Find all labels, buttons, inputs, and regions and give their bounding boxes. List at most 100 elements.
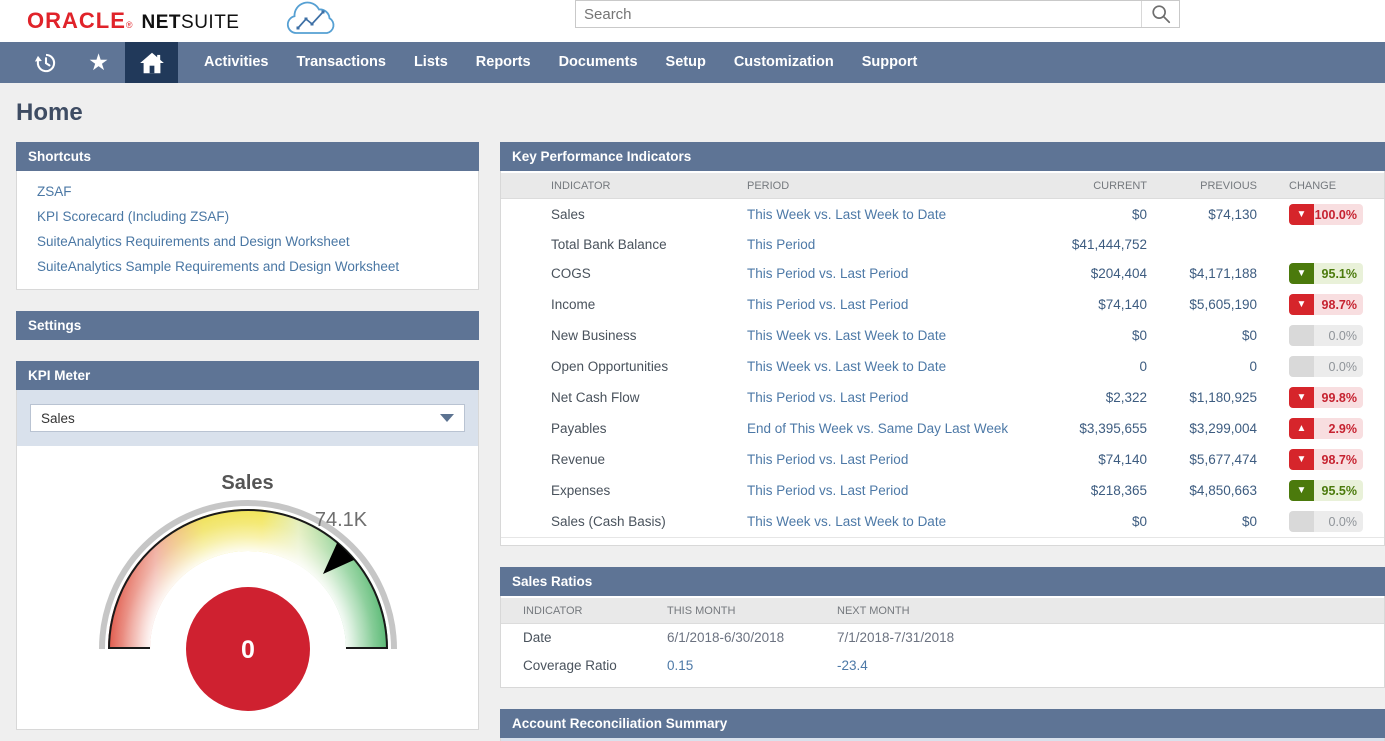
kpi-meter-select[interactable]: Sales xyxy=(30,404,465,432)
main-navigation: ★ ActivitiesTransactionsListsReportsDocu… xyxy=(0,42,1385,83)
down-arrow-icon: ▼ xyxy=(1289,263,1314,284)
kpi-previous-value[interactable]: $0 xyxy=(1147,506,1257,538)
kpi-current-value[interactable]: $218,365 xyxy=(1057,475,1147,506)
nav-item-support[interactable]: Support xyxy=(848,42,932,83)
sales-ratios-portlet-header[interactable]: Sales Ratios xyxy=(500,567,1385,596)
account-reconciliation-body: VIEW All xyxy=(500,738,1385,741)
table-bottom-padding xyxy=(501,680,1384,687)
ratio-next-month[interactable]: -23.4 xyxy=(837,652,1384,680)
kpi-previous-value[interactable]: $0 xyxy=(1147,320,1257,351)
kpi-previous-value[interactable]: $74,130 xyxy=(1147,199,1257,231)
cloud-chart-icon xyxy=(281,0,341,45)
change-badge: ▼99.8% xyxy=(1289,387,1363,408)
kpi-period-link[interactable]: This Period vs. Last Period xyxy=(747,382,1057,413)
down-arrow-icon: ▼ xyxy=(1289,294,1314,315)
kpi-period-link[interactable]: This Period vs. Last Period xyxy=(747,475,1057,506)
shortcut-link[interactable]: ZSAF xyxy=(17,179,478,204)
ratio-indicator: Date xyxy=(501,624,667,652)
kpi-indicator: Sales (Cash Basis) xyxy=(501,506,747,538)
change-badge: ▼95.5% xyxy=(1289,480,1363,501)
nav-item-documents[interactable]: Documents xyxy=(545,42,652,83)
nav-item-customization[interactable]: Customization xyxy=(720,42,848,83)
kpi-change-cell: ▼98.7% xyxy=(1257,444,1384,475)
gauge-title: Sales xyxy=(17,472,478,495)
settings-portlet-header[interactable]: Settings xyxy=(16,311,479,340)
kpi-period-link[interactable]: This Period vs. Last Period xyxy=(747,258,1057,289)
kpi-current-value[interactable]: $41,444,752 xyxy=(1057,230,1147,258)
kpi-period-link[interactable]: This Period vs. Last Period xyxy=(747,444,1057,475)
kpi-current-value[interactable]: $0 xyxy=(1057,199,1147,231)
kpi-previous-value[interactable]: $5,677,474 xyxy=(1147,444,1257,475)
recent-records-icon[interactable] xyxy=(19,42,72,83)
right-column: Key Performance Indicators INDICATOR PERI… xyxy=(500,142,1385,741)
shortcuts-title: Shortcuts xyxy=(28,149,91,164)
kpi-current-value[interactable]: $204,404 xyxy=(1057,258,1147,289)
kpi-period-link[interactable]: End of This Week vs. Same Day Last Week xyxy=(747,413,1057,444)
kpi-current-value[interactable]: $3,395,655 xyxy=(1057,413,1147,444)
account-reconciliation-portlet: Account Reconciliation Summary VIEW All xyxy=(500,709,1385,741)
global-search-input[interactable] xyxy=(576,1,1141,27)
kpi-portlet-header[interactable]: Key Performance Indicators xyxy=(500,142,1385,171)
table-row: COGSThis Period vs. Last Period$204,404$… xyxy=(501,258,1384,289)
table-row: PayablesEnd of This Week vs. Same Day La… xyxy=(501,413,1384,444)
kpi-period-link[interactable]: This Period vs. Last Period xyxy=(747,289,1057,320)
kpi-previous-value[interactable]: $1,180,925 xyxy=(1147,382,1257,413)
ratio-indicator: Coverage Ratio xyxy=(501,652,667,680)
flat-arrow-icon xyxy=(1289,325,1314,346)
kpi-period-link[interactable]: This Week vs. Last Week to Date xyxy=(747,351,1057,382)
kpi-indicator: COGS xyxy=(501,258,747,289)
kpi-current-value[interactable]: $0 xyxy=(1057,506,1147,538)
kpi-previous-value[interactable]: $4,850,663 xyxy=(1147,475,1257,506)
kpi-previous-value[interactable]: 0 xyxy=(1147,351,1257,382)
kpi-indicator: Income xyxy=(501,289,747,320)
kpi-portlet-title: Key Performance Indicators xyxy=(512,149,691,164)
change-percent: 98.7% xyxy=(1314,449,1363,470)
account-reconciliation-header[interactable]: Account Reconciliation Summary xyxy=(500,709,1385,738)
shortcut-link[interactable]: SuiteAnalytics Requirements and Design W… xyxy=(17,229,478,254)
kpi-column-header: CURRENT xyxy=(1057,172,1147,199)
home-icon[interactable] xyxy=(125,42,178,83)
nav-item-setup[interactable]: Setup xyxy=(652,42,720,83)
nav-menu: ActivitiesTransactionsListsReportsDocume… xyxy=(190,42,931,83)
kpi-current-value[interactable]: $74,140 xyxy=(1057,444,1147,475)
table-row: IncomeThis Period vs. Last Period$74,140… xyxy=(501,289,1384,320)
kpi-previous-value[interactable]: $4,171,188 xyxy=(1147,258,1257,289)
kpi-meter-portlet-header[interactable]: KPI Meter xyxy=(16,361,479,390)
change-badge: ▼95.1% xyxy=(1289,263,1363,284)
kpi-column-header: PERIOD xyxy=(747,172,1057,199)
kpi-period-link[interactable]: This Period xyxy=(747,230,1057,258)
kpi-period-link[interactable]: This Week vs. Last Week to Date xyxy=(747,199,1057,231)
settings-portlet: Settings xyxy=(16,311,479,340)
nav-item-activities[interactable]: Activities xyxy=(190,42,282,83)
shortcut-link[interactable]: KPI Scorecard (Including ZSAF) xyxy=(17,204,478,229)
kpi-previous-value[interactable] xyxy=(1147,230,1257,258)
ratio-this-month[interactable]: 0.15 xyxy=(667,652,837,680)
down-arrow-icon: ▼ xyxy=(1289,449,1314,470)
kpi-column-header: CHANGE xyxy=(1257,172,1384,199)
ratio-column-header: INDICATOR xyxy=(501,597,667,624)
kpi-current-value[interactable]: $2,322 xyxy=(1057,382,1147,413)
kpi-period-link[interactable]: This Week vs. Last Week to Date xyxy=(747,506,1057,538)
nav-item-transactions[interactable]: Transactions xyxy=(282,42,399,83)
kpi-current-value[interactable]: $74,140 xyxy=(1057,289,1147,320)
nav-item-lists[interactable]: Lists xyxy=(400,42,462,83)
kpi-previous-value[interactable]: $5,605,190 xyxy=(1147,289,1257,320)
table-row: Date6/1/2018-6/30/20187/1/2018-7/31/2018 xyxy=(501,624,1384,652)
shortcut-link[interactable]: SuiteAnalytics Sample Requirements and D… xyxy=(17,254,478,279)
sales-ratios-body: INDICATORTHIS MONTHNEXT MONTH Date6/1/20… xyxy=(500,596,1385,688)
kpi-current-value[interactable]: $0 xyxy=(1057,320,1147,351)
account-reconciliation-title: Account Reconciliation Summary xyxy=(512,716,727,731)
kpi-previous-value[interactable]: $3,299,004 xyxy=(1147,413,1257,444)
kpi-period-link[interactable]: This Week vs. Last Week to Date xyxy=(747,320,1057,351)
shortcuts-portlet-header[interactable]: Shortcuts xyxy=(16,142,479,171)
table-row: Sales (Cash Basis)This Week vs. Last Wee… xyxy=(501,506,1384,538)
shortcuts-list: ZSAFKPI Scorecard (Including ZSAF)SuiteA… xyxy=(16,171,479,290)
change-percent: 2.9% xyxy=(1314,418,1363,439)
change-percent: 0.0% xyxy=(1314,356,1363,377)
kpi-change-cell: 0.0% xyxy=(1257,320,1384,351)
kpi-current-value[interactable]: 0 xyxy=(1057,351,1147,382)
kpi-change-cell: ▼98.7% xyxy=(1257,289,1384,320)
nav-item-reports[interactable]: Reports xyxy=(462,42,545,83)
favorites-star-icon[interactable]: ★ xyxy=(72,42,125,83)
search-icon[interactable] xyxy=(1141,1,1179,27)
